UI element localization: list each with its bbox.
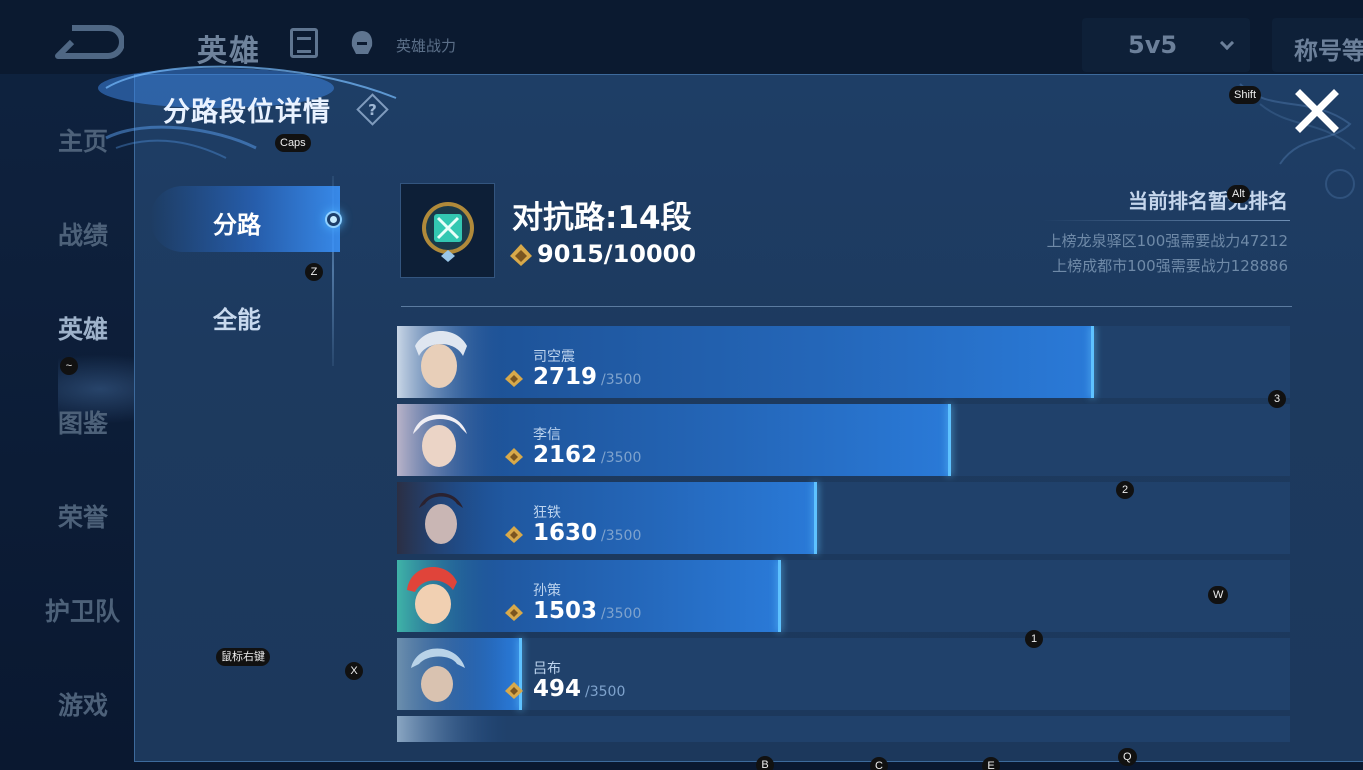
hero-row[interactable]: 孙策 1503/3500 (397, 560, 1290, 632)
mode-label: 5v5 (1128, 31, 1178, 59)
key-hint-tilde: ~ (60, 357, 78, 375)
nav-item-guard[interactable]: 护卫队 (45, 592, 120, 628)
key-hint-z: Z (305, 263, 323, 281)
nav-item-heroes[interactable]: 英雄 (58, 310, 108, 346)
key-hint-x: X (345, 662, 363, 680)
power-score-icon (505, 370, 523, 387)
hero-list: 司空震 2719/3500 李信 2162/3500 狂铁 1630/3500 … (397, 326, 1290, 742)
hero-row[interactable] (397, 716, 1290, 742)
hero-portrait (397, 482, 507, 554)
hero-name: 司空震 (533, 349, 575, 365)
key-hint-alt: Alt (1227, 185, 1250, 203)
hero-score-max: /3500 (601, 606, 642, 622)
hero-score: 2162/3500 (533, 442, 642, 468)
hero-name: 狂铁 (533, 505, 561, 521)
hero-score-max: /3500 (601, 372, 642, 388)
titles-button[interactable]: 称号等 (1272, 18, 1363, 72)
nav-item-gallery[interactable]: 图鉴 (58, 404, 108, 440)
key-hint-1: 1 (1025, 630, 1043, 648)
chevron-down-icon (1219, 35, 1235, 51)
ranking-divider (1042, 220, 1290, 221)
hero-score-max: /3500 (601, 450, 642, 466)
crossed-swords-badge-icon (422, 202, 474, 262)
hero-score: 1503/3500 (533, 598, 642, 624)
document-icon[interactable] (290, 28, 318, 58)
key-hint-b: B (756, 756, 774, 770)
hero-score: 2719/3500 (533, 364, 642, 390)
lane-score: 9015/10000 (537, 240, 697, 268)
hero-name: 李信 (533, 427, 561, 443)
power-score-icon (505, 526, 523, 543)
tab-active-indicator (325, 211, 342, 228)
tab-lane[interactable]: 分路 (213, 205, 261, 240)
ranking-status: 当前排名暂无排名 (1128, 189, 1288, 213)
key-hint-q: Q (1118, 748, 1137, 766)
key-hint-caps: Caps (275, 134, 311, 152)
tab-all-round[interactable]: 全能 (213, 300, 261, 335)
lane-rank-title: 对抗路:14段 (512, 200, 692, 236)
hero-portrait (397, 638, 507, 710)
power-score-icon (510, 244, 532, 266)
hero-portrait (397, 560, 507, 632)
modal-title: 分路段位详情 (163, 97, 331, 128)
help-icon[interactable]: ? (356, 93, 389, 126)
hero-name: 孙策 (533, 583, 561, 599)
key-hint-e: E (982, 757, 1000, 770)
hero-row[interactable]: 司空震 2719/3500 (397, 326, 1290, 398)
key-hint-shift: Shift (1229, 86, 1262, 104)
header-divider (401, 306, 1292, 307)
nav-item-games[interactable]: 游戏 (58, 686, 108, 722)
hero-row[interactable]: 李信 2162/3500 (397, 404, 1290, 476)
power-score-icon (505, 448, 523, 465)
nav-item-records[interactable]: 战绩 (58, 216, 108, 252)
hero-score-max: /3500 (601, 528, 642, 544)
hero-score: 1630/3500 (533, 520, 642, 546)
lane-emblem (400, 183, 495, 278)
close-button[interactable] (1292, 86, 1342, 136)
power-score-icon (505, 604, 523, 621)
hero-row[interactable]: 狂铁 1630/3500 (397, 482, 1290, 554)
nav-item-honors[interactable]: 荣誉 (58, 498, 108, 534)
city-requirement: 上榜成都市100强需要战力128886 (1052, 257, 1288, 275)
helmet-icon[interactable] (348, 28, 376, 58)
titles-label: 称号等 (1294, 37, 1363, 65)
hero-name: 吕布 (533, 661, 561, 677)
mode-select[interactable]: 5v5 (1082, 18, 1250, 72)
hero-score-max: /3500 (585, 684, 626, 700)
key-hint-c: C (870, 757, 888, 770)
hero-portrait (397, 716, 507, 742)
power-score-icon (505, 682, 523, 699)
hero-row[interactable]: 吕布 494/3500 (397, 638, 1290, 710)
key-hint-right-click: 鼠标右键 (216, 648, 270, 666)
key-hint-2: 2 (1116, 481, 1134, 499)
svg-text:?: ? (368, 101, 377, 119)
hero-power-label: 英雄战力 (396, 37, 457, 55)
back-icon[interactable] (50, 22, 124, 60)
key-hint-3: 3 (1268, 390, 1286, 408)
district-requirement: 上榜龙泉驿区100强需要战力47212 (1046, 232, 1288, 250)
hero-portrait (397, 404, 507, 476)
key-hint-w: W (1208, 586, 1229, 604)
hero-portrait (397, 326, 507, 398)
hero-score: 494/3500 (533, 676, 626, 702)
